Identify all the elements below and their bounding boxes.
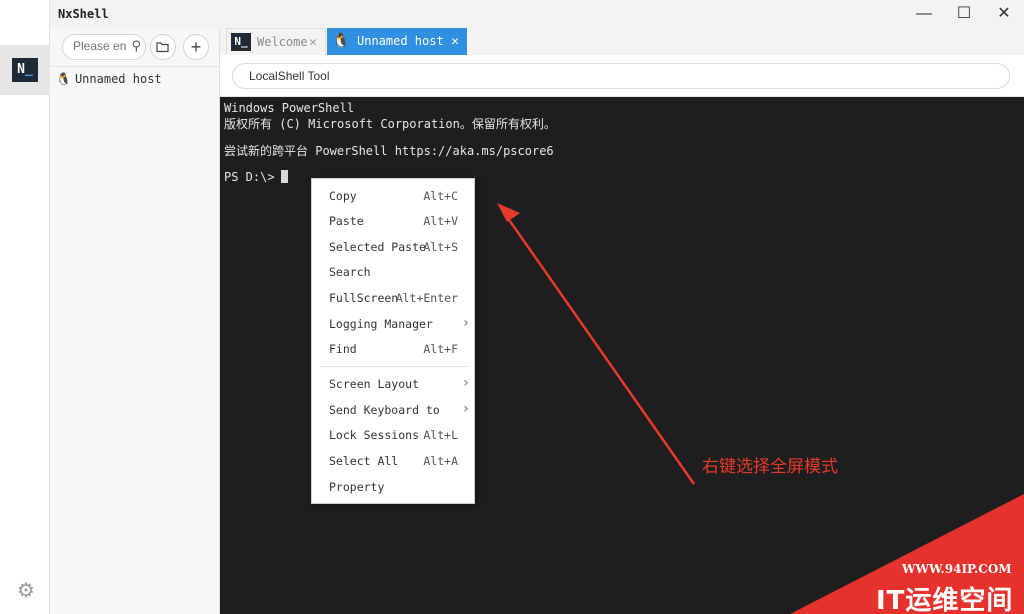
gear-icon[interactable]: ⚙ [15, 580, 37, 602]
tab-label: Welcome [257, 35, 308, 49]
tab-label: Unnamed host [357, 34, 444, 48]
close-icon[interactable]: ✕ [309, 29, 317, 56]
nxshell-logo-icon: N_ [12, 58, 38, 82]
nxshell-logo-icon: N_ [231, 33, 251, 51]
menu-item-selected-paste[interactable]: Selected Paste Alt+S [312, 237, 476, 259]
tab-welcome[interactable]: N_ Welcome ✕ [226, 28, 326, 55]
menu-item-copy[interactable]: Copy Alt+C [312, 186, 476, 208]
sidebar-item-host[interactable]: 🐧 Unnamed host [56, 72, 162, 86]
title-bar: NxShell — ☐ ✕ [50, 0, 1024, 28]
tux-icon: 🐧 [332, 33, 350, 49]
terminal-line: 尝试新的跨平台 PowerShell https://aka.ms/pscore… [224, 144, 554, 158]
menu-item-property[interactable]: Property [312, 477, 476, 499]
menu-item-select-all[interactable]: Select All Alt+A [312, 451, 476, 473]
icon-rail: N_ ⚙ [0, 0, 50, 614]
menu-divider [320, 366, 468, 367]
divider [50, 66, 220, 67]
chevron-right-icon: › [461, 401, 470, 417]
add-host-button[interactable]: + [183, 34, 209, 60]
tab-bar: N_ Welcome ✕ 🐧 Unnamed host ✕ [220, 28, 1024, 55]
menu-item-paste[interactable]: Paste Alt+V [312, 211, 476, 233]
watermark-url: WWW.94IP.COM [902, 562, 1012, 576]
minimize-button[interactable]: — [906, 2, 942, 26]
menu-item-logging-manager[interactable]: Logging Manager › [312, 314, 476, 336]
search-input[interactable] [73, 39, 129, 53]
menu-item-find[interactable]: Find Alt+F [312, 339, 476, 361]
search-box: ⚲ [62, 34, 146, 60]
prompt-text: PS D:\> [224, 170, 275, 184]
tool-strip: LocalShell Tool [220, 55, 1024, 97]
menu-item-fullscreen[interactable]: FullScreen Alt+Enter [312, 288, 476, 310]
close-icon[interactable]: ✕ [451, 28, 459, 55]
menu-item-search[interactable]: Search [312, 262, 476, 284]
search-icon[interactable]: ⚲ [131, 38, 141, 54]
context-menu: Copy Alt+C Paste Alt+V Selected Paste Alt+S… [311, 178, 475, 504]
tux-icon: 🐧 [56, 72, 71, 86]
host-label: Unnamed host [74, 72, 162, 86]
close-button[interactable]: ✕ [986, 2, 1022, 26]
menu-item-screen-layout[interactable]: Screen Layout › [312, 374, 476, 396]
app-title: NxShell [58, 7, 109, 21]
terminal-prompt: PS D:\> [224, 170, 288, 184]
open-folder-button[interactable] [150, 34, 176, 60]
maximize-button[interactable]: ☐ [946, 2, 982, 26]
folder-icon [156, 42, 169, 53]
terminal-cursor [280, 170, 288, 183]
terminal-line: Windows PowerShell [224, 101, 355, 115]
chevron-right-icon: › [461, 375, 470, 391]
annotation-text: 右键选择全屏模式 [702, 457, 838, 477]
menu-item-send-keyboard[interactable]: Send Keyboard to › [312, 400, 476, 422]
terminal-line: 版权所有 (C) Microsoft Corporation。保留所有权利。 [224, 117, 556, 131]
watermark-brand: IT运维空间 [876, 586, 1014, 614]
chevron-right-icon: › [461, 315, 470, 331]
host-sidebar: ⚲ + 🐧Unnamed host [50, 28, 220, 614]
local-shell-tool-button[interactable]: LocalShell Tool [232, 63, 1010, 89]
menu-item-lock-sessions[interactable]: Lock Sessions Alt+L [312, 425, 476, 447]
rail-session-item[interactable]: N_ [0, 45, 50, 95]
tab-unnamed-host[interactable]: 🐧 Unnamed host ✕ [327, 28, 467, 55]
